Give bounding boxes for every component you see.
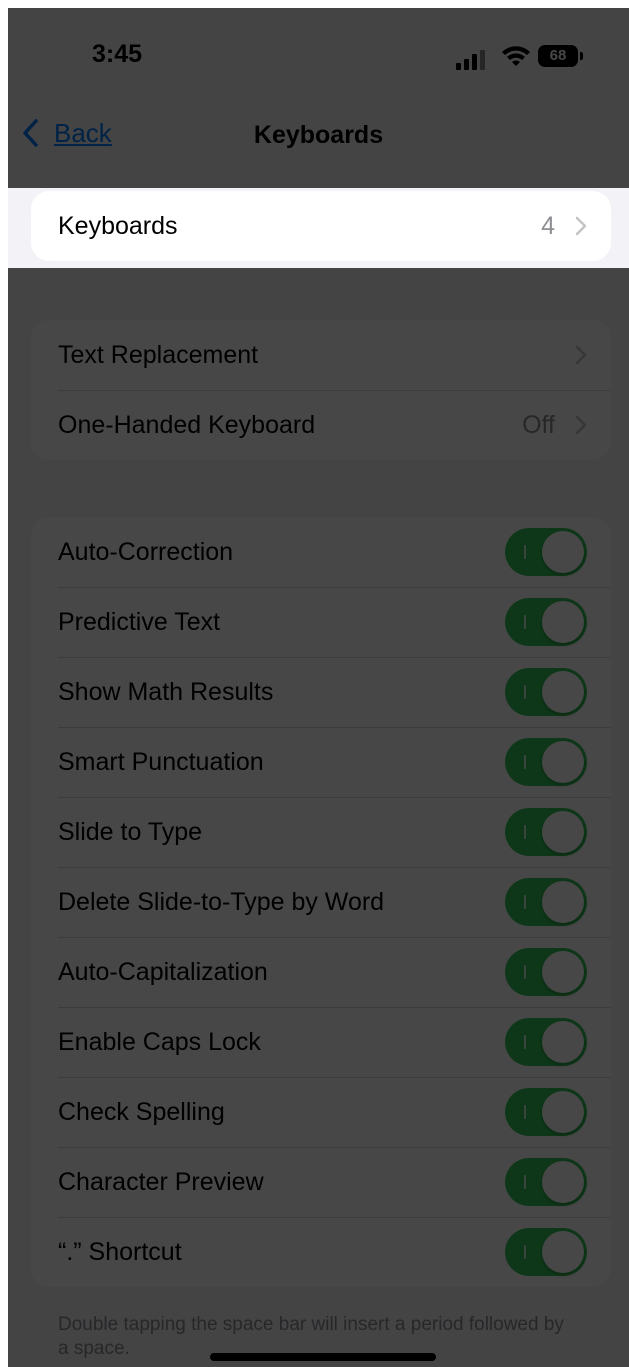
toggle-knob (542, 741, 584, 783)
toggle-row: Check Spelling (31, 1077, 611, 1147)
toggle-on-indicator-icon (524, 1245, 526, 1259)
row-label: Check Spelling (58, 1097, 225, 1126)
keyboard-options-group: Text Replacement One-Handed Keyboard Off (31, 320, 611, 460)
row-label: Character Preview (58, 1167, 264, 1196)
row-label: Slide to Type (58, 817, 203, 846)
keyboard-toggles-group: Auto-Correction Predictive Text Show Math … (31, 517, 611, 1287)
row-label: Predictive Text (58, 607, 221, 636)
toggle-on-indicator-icon (524, 1175, 526, 1189)
toggle-knob (542, 671, 584, 713)
toggle-on-indicator-icon (524, 965, 526, 979)
toggle-knob (542, 811, 584, 853)
cellular-signal-icon (456, 50, 485, 70)
toggle-on-indicator-icon (524, 685, 526, 699)
toggle-switch[interactable] (505, 598, 587, 646)
toggle-row: Auto-Correction (31, 517, 611, 587)
toggle-switch[interactable] (505, 668, 587, 716)
toggle-on-indicator-icon (524, 1035, 526, 1049)
row-label: Text Replacement (58, 340, 259, 369)
toggle-on-indicator-icon (524, 895, 526, 909)
toggle-knob (542, 531, 584, 573)
navigation-bar: Back Keyboards (8, 103, 629, 163)
toggle-knob (542, 1021, 584, 1063)
battery-icon: 68 (538, 45, 583, 67)
toggle-knob (542, 601, 584, 643)
row-label: Show Math Results (58, 677, 274, 706)
wifi-icon (502, 46, 530, 66)
toggle-knob (542, 1161, 584, 1203)
toggle-switch[interactable] (505, 878, 587, 926)
row-label: Smart Punctuation (58, 747, 264, 776)
settings-screen: 3:45 68 Back Keyboards Keyboards 4 Text … (8, 8, 629, 1367)
toggle-knob (542, 1091, 584, 1133)
toggle-on-indicator-icon (524, 1105, 526, 1119)
toggle-row: Smart Punctuation (31, 727, 611, 797)
toggle-switch[interactable] (505, 1228, 587, 1276)
toggle-on-indicator-icon (524, 545, 526, 559)
home-indicator (210, 1353, 436, 1361)
row-label: One-Handed Keyboard (58, 410, 316, 439)
chevron-right-icon (575, 216, 587, 236)
status-bar: 3:45 68 (8, 8, 629, 98)
text-replacement-row[interactable]: Text Replacement (31, 320, 611, 390)
toggle-switch[interactable] (505, 948, 587, 996)
toggle-switch[interactable] (505, 1158, 587, 1206)
toggle-on-indicator-icon (524, 755, 526, 769)
row-label: Auto-Correction (58, 537, 234, 566)
toggle-switch[interactable] (505, 1088, 587, 1136)
toggle-knob (542, 951, 584, 993)
toggle-switch[interactable] (505, 808, 587, 856)
keyboards-count: 4 (541, 211, 555, 240)
status-time: 3:45 (92, 40, 143, 68)
one-handed-value: Off (522, 410, 555, 439)
page-title: Keyboards (253, 121, 384, 149)
toggle-on-indicator-icon (524, 615, 526, 629)
toggle-on-indicator-icon (524, 825, 526, 839)
toggle-row: “.” Shortcut (31, 1217, 611, 1287)
toggle-row: Slide to Type (31, 797, 611, 867)
toggle-knob (542, 1231, 584, 1273)
toggle-row: Character Preview (31, 1147, 611, 1217)
toggle-row: Delete Slide-to-Type by Word (31, 867, 611, 937)
chevron-right-icon (575, 345, 587, 365)
row-label: Delete Slide-to-Type by Word (58, 887, 385, 916)
toggle-row: Enable Caps Lock (31, 1007, 611, 1077)
toggle-row: Predictive Text (31, 587, 611, 657)
toggle-knob (542, 881, 584, 923)
row-label: Keyboards (58, 211, 178, 240)
keyboards-row[interactable]: Keyboards 4 (31, 191, 611, 261)
chevron-right-icon (575, 415, 587, 435)
keyboards-group: Keyboards 4 (31, 191, 611, 261)
row-label: Auto-Capitalization (58, 957, 268, 986)
toggle-row: Show Math Results (31, 657, 611, 727)
toggle-switch[interactable] (505, 528, 587, 576)
toggle-row: Auto-Capitalization (31, 937, 611, 1007)
one-handed-keyboard-row[interactable]: One-Handed Keyboard Off (31, 390, 611, 460)
toggle-switch[interactable] (505, 738, 587, 786)
toggle-switch[interactable] (505, 1018, 587, 1066)
row-label: Enable Caps Lock (58, 1027, 261, 1056)
row-label: “.” Shortcut (58, 1237, 182, 1266)
